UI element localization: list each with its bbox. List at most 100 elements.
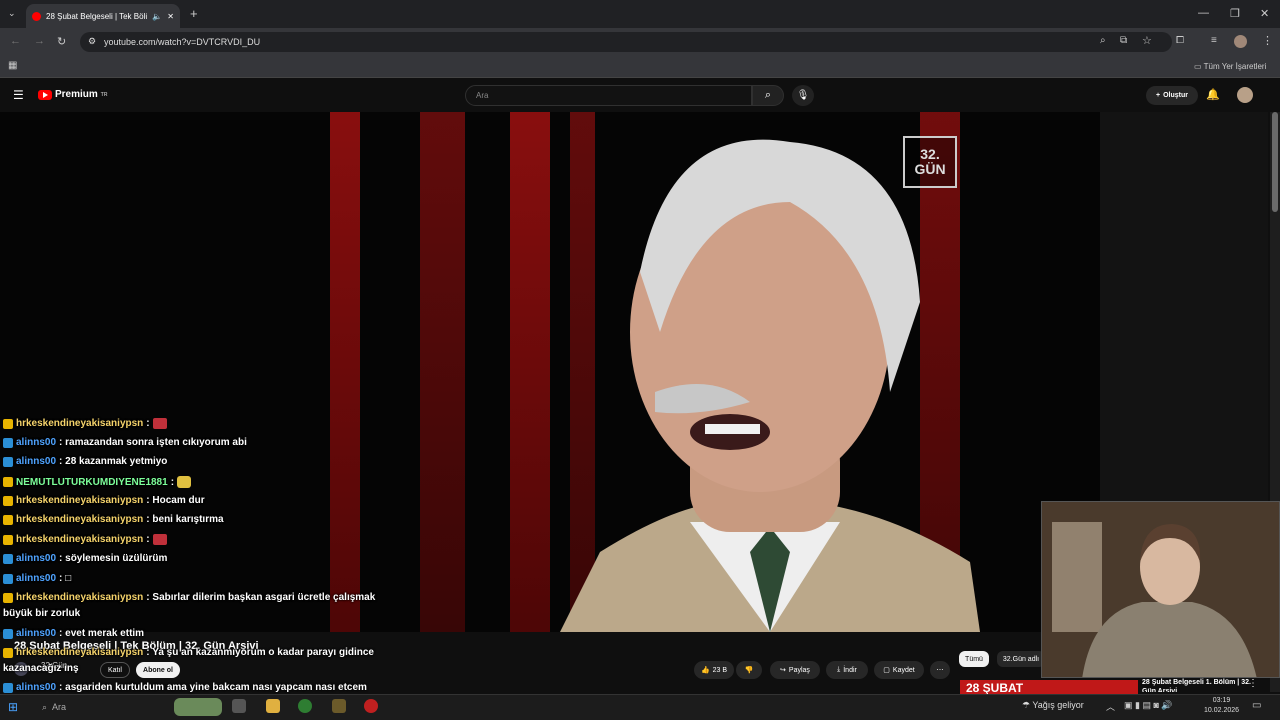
download-button[interactable]: ⤓ İndir (826, 661, 868, 679)
chat-username: hrkeskendineyakisaniypsn (16, 592, 144, 603)
all-bookmarks-link[interactable]: ▭ Tüm Yer İşaretleri (1194, 62, 1266, 71)
forward-icon[interactable]: → (34, 35, 45, 47)
recommendation-menu-icon[interactable]: ⋮ (1248, 678, 1258, 689)
chat-username: alinns00 (16, 682, 57, 693)
apps-grid-icon[interactable]: ▦ (8, 60, 17, 71)
taskbar-clock[interactable]: 03:19 10.02.2026 (1204, 696, 1239, 716)
zoom-icon[interactable]: ⌕ (1100, 35, 1106, 46)
chat-message: NEMUTLUTURKUMDIYENE1881 : (3, 476, 192, 488)
bookmarks-bar (0, 56, 1280, 78)
install-icon[interactable]: ⧉ (1120, 35, 1127, 46)
reload-icon[interactable]: ↻ (57, 35, 66, 48)
chat-message: hrkeskendineyakisaniypsn : Ya şu an kaza… (3, 647, 374, 658)
youtube-favicon-icon (32, 11, 41, 21)
chat-username: alinns00 (16, 573, 57, 584)
thumbs-down-icon: 👎 (744, 667, 754, 674)
chat-message: alinns00 : evet merak ettim (3, 628, 144, 639)
join-button[interactable]: Katıl (100, 662, 130, 678)
chat-text: : ramazandan sonra işten cıkıyorum abi (59, 437, 247, 448)
background-stripe (420, 112, 465, 632)
filter-chip-all[interactable]: Tümü (959, 651, 989, 667)
chat-badge-icon (3, 682, 13, 693)
plus-icon: + (1156, 92, 1161, 99)
new-tab-button[interactable]: + (190, 6, 198, 21)
audio-icon[interactable]: 🔈 (152, 12, 162, 21)
recording-app-icon[interactable] (364, 699, 378, 713)
save-button[interactable]: ▢ Kaydet (874, 661, 924, 679)
dislike-button[interactable]: 👎 (736, 661, 762, 679)
youtube-logo[interactable]: Premium TR (38, 89, 107, 100)
chat-text: : (146, 534, 150, 545)
chat-message: alinns00 : □ (3, 573, 71, 584)
chat-text: : Sabırlar dilerim başkan asgari ücretle… (146, 592, 376, 603)
chat-username: hrkeskendineyakisaniypsn (16, 495, 144, 506)
like-count: 23 B (712, 666, 728, 674)
close-window-button[interactable]: ✕ (1260, 7, 1269, 20)
like-button[interactable]: 👍 23 B (694, 661, 734, 679)
logo-region: TR (100, 91, 108, 98)
taskbar-search[interactable]: ⌕ Ara (30, 698, 170, 716)
chat-text: : söylemesin üzülürüm (59, 553, 168, 564)
create-button[interactable]: + Oluştur (1146, 86, 1198, 105)
site-info-icon[interactable]: ⚙ (88, 36, 96, 47)
chat-badge-icon (3, 592, 13, 603)
back-icon[interactable]: ← (10, 35, 21, 47)
restore-button[interactable]: ❐ (1230, 7, 1240, 20)
tray-icons[interactable]: ▣ ▮ ▤ ◙ 🔊 (1124, 700, 1173, 711)
tray-chevron-icon[interactable]: ︿ (1106, 700, 1115, 713)
browser-menu-icon[interactable]: ⋮ (1262, 34, 1273, 47)
recommended-title[interactable]: 28 Şubat Belgeseli 1. Bölüm | 32. Gün Ar… (1142, 678, 1252, 692)
recommended-thumbnail[interactable]: 28 ŞUBAT (960, 680, 1138, 694)
tab-close-icon[interactable]: ✕ (167, 12, 174, 21)
download-icon: ⤓ (837, 666, 841, 673)
share-label: Paylaş (788, 666, 810, 674)
account-avatar[interactable] (1237, 87, 1253, 103)
browser-tab[interactable]: 28 Şubat Belgeseli | Tek Bölüm 🔈 ✕ (26, 4, 180, 28)
bookmark-star-icon[interactable]: ☆ (1142, 34, 1152, 47)
save-icon: ▢ (883, 667, 890, 674)
weather-widget[interactable]: ☂ Yağış geliyor (1022, 700, 1084, 711)
url-text: youtube.com/watch?v=DVTCRVDI_DU (104, 37, 261, 47)
search-highlight-image[interactable] (174, 698, 222, 716)
chat-text: : (170, 476, 175, 488)
chat-message: büyük bir zorluk (3, 608, 80, 619)
chat-badge-icon (3, 495, 13, 506)
start-icon[interactable]: ⊞ (8, 700, 18, 714)
chat-badge-icon (3, 514, 13, 525)
chat-username: alinns00 (16, 456, 57, 467)
minimize-button[interactable]: — (1198, 7, 1209, 19)
file-explorer-icon[interactable] (266, 699, 280, 713)
logo-text: Premium (55, 89, 98, 100)
hamburger-menu-icon[interactable]: ☰ (13, 88, 24, 102)
rain-cloud-icon: ☂ (1022, 700, 1031, 710)
scrollbar-thumb[interactable] (1272, 112, 1278, 212)
tab-search-icon[interactable]: ⌄ (8, 8, 16, 19)
chat-message: alinns00 : 28 kazanmak yetmiyo (3, 456, 167, 467)
chat-text: : Hocam dur (146, 495, 205, 506)
subscribe-button[interactable]: Abone ol (136, 662, 180, 678)
chat-badge-icon (3, 647, 13, 658)
notifications-bell-icon[interactable]: 🔔 (1206, 88, 1220, 101)
notification-center-icon[interactable]: ▭ (1252, 700, 1261, 711)
search-button[interactable]: ⌕ (752, 85, 784, 106)
address-bar[interactable]: ⚙ youtube.com/watch?v=DVTCRVDI_DU (80, 32, 1172, 52)
webcam-overlay (1041, 501, 1280, 678)
media-control-icon[interactable]: ≡ (1211, 35, 1217, 46)
profile-avatar[interactable] (1234, 35, 1247, 48)
streamer-figure (1042, 502, 1279, 677)
voice-search-button[interactable]: 🎙 (792, 85, 814, 106)
chat-username: NEMUTLUTURKUMDIYENE1881 (16, 476, 168, 488)
more-actions-button[interactable]: ⋯ (930, 661, 950, 679)
share-button[interactable]: ↪ Paylaş (770, 661, 820, 679)
filter-chip-channel[interactable]: 32.Gün adlı (997, 651, 1045, 667)
create-label: Oluştur (1163, 92, 1188, 99)
extensions-icon[interactable]: ⧠ (1176, 35, 1184, 46)
chat-text: : (146, 418, 150, 429)
search-input[interactable]: Ara (465, 85, 752, 106)
chat-message: hrkeskendineyakisaniypsn : Sabırlar dile… (3, 592, 375, 603)
task-view-icon[interactable] (232, 699, 246, 713)
app-icon[interactable] (332, 699, 346, 713)
chat-text: : beni karıştırma (146, 514, 224, 525)
youtube-play-icon (38, 89, 52, 100)
chrome-icon[interactable] (298, 699, 312, 713)
